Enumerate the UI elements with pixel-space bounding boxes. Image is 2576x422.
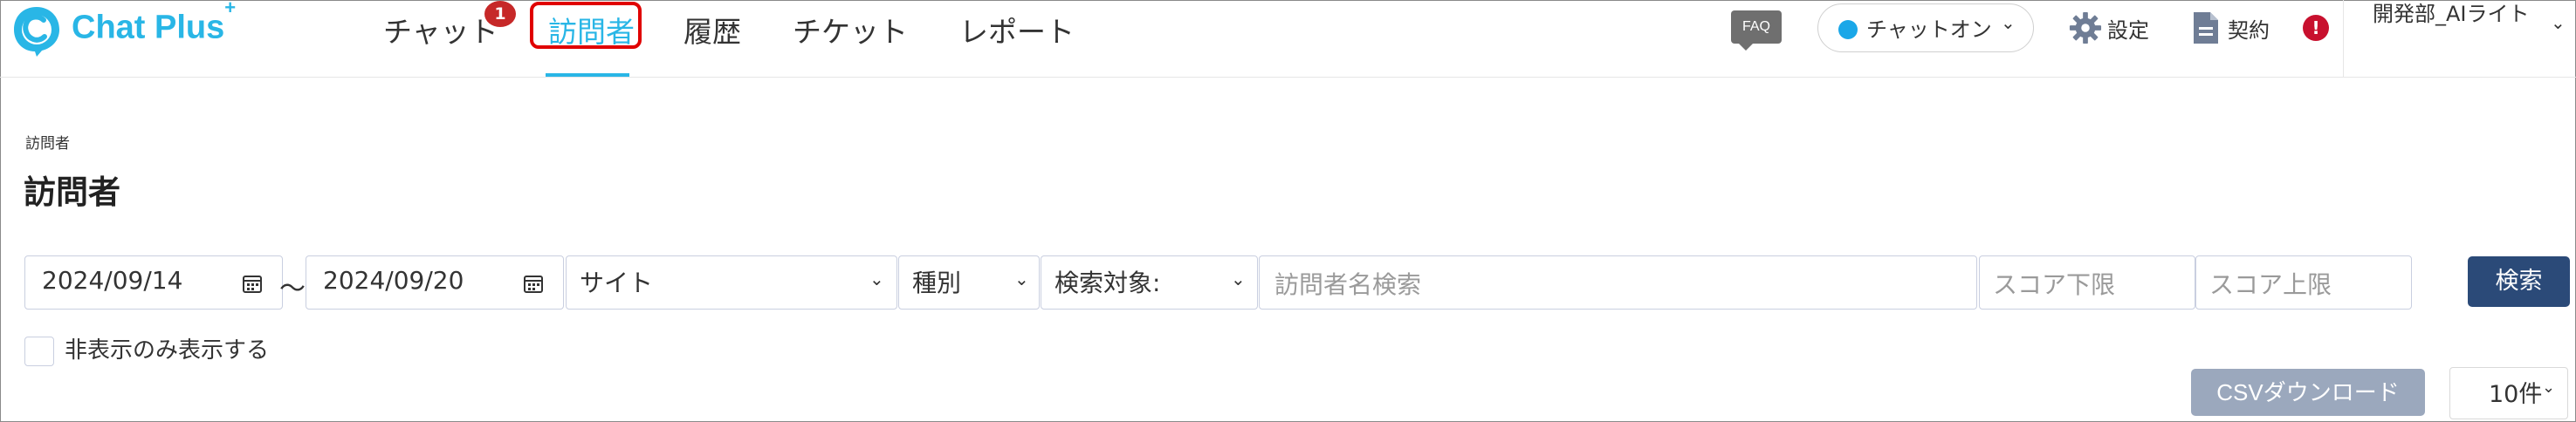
- chevron-down-icon: ⌄: [2551, 12, 2566, 33]
- faq-button[interactable]: FAQ: [1731, 10, 1782, 44]
- nav-item-reports[interactable]: レポート: [959, 9, 1075, 51]
- nav-item-history[interactable]: 履歴: [683, 9, 741, 51]
- chat-status-label: チャットオン: [1866, 17, 1992, 42]
- breadcrumb[interactable]: 訪問者: [25, 131, 70, 153]
- document-icon[interactable]: [2191, 10, 2221, 45]
- settings-link[interactable]: 設定: [2107, 13, 2149, 44]
- alert-icon[interactable]: !: [2303, 15, 2329, 41]
- search-button[interactable]: 検索: [2468, 256, 2570, 307]
- score-min-placeholder: スコア下限: [1993, 270, 2116, 299]
- chevron-down-icon: ⌄: [1014, 269, 1029, 289]
- visitor-name-placeholder: 訪問者名検索: [1274, 270, 1422, 299]
- date-to-value: 2024/09/20: [323, 266, 464, 295]
- chevron-down-icon: ⌄: [2542, 378, 2556, 397]
- top-navigation-bar: Chat Plus+ チャット 1 訪問者 履歴 チケット レポート FAQ チ…: [0, 0, 2576, 78]
- contract-link[interactable]: 契約: [2228, 13, 2270, 44]
- csv-download-button[interactable]: CSVダウンロード: [2191, 369, 2425, 416]
- hidden-only-label[interactable]: 非表示のみ表示する: [65, 332, 269, 364]
- brand-plus-mark: +: [224, 0, 237, 18]
- chevron-down-icon: ⌄: [869, 269, 884, 289]
- calendar-icon[interactable]: [523, 273, 544, 294]
- per-page-value: 10件: [2489, 381, 2543, 408]
- user-account-menu[interactable]: 開発部_AIライト: [2373, 0, 2547, 28]
- brand-text: Chat Plus: [72, 9, 225, 46]
- hidden-only-checkbox[interactable]: [24, 337, 54, 366]
- chat-unread-badge: 1: [484, 1, 516, 27]
- header-divider: [2343, 0, 2344, 77]
- score-max-placeholder: スコア上限: [2209, 270, 2332, 299]
- nav-item-chat[interactable]: チャット: [383, 9, 498, 51]
- page-title: 訪問者: [24, 174, 120, 211]
- nav-highlight-box: [530, 2, 642, 49]
- site-select-value: サイト: [580, 269, 654, 297]
- nav-item-tickets[interactable]: チケット: [793, 9, 908, 51]
- type-select-value: 種別: [912, 269, 962, 297]
- status-indicator-dot: [1838, 20, 1858, 39]
- calendar-icon[interactable]: [242, 273, 263, 294]
- nav-active-underline: [546, 73, 629, 77]
- chevron-down-icon: ⌄: [1231, 269, 1246, 289]
- search-target-value: 検索対象:: [1054, 269, 1161, 297]
- brand-name[interactable]: Chat Plus+: [72, 0, 236, 47]
- chat-plus-logo-icon: [14, 7, 59, 57]
- chevron-down-icon: ⌄: [2001, 12, 2016, 33]
- date-range-separator: 〜: [279, 274, 306, 304]
- date-from-value: 2024/09/14: [42, 266, 183, 295]
- faq-bubble-tail: [1737, 42, 1755, 51]
- gear-icon[interactable]: [2069, 11, 2102, 44]
